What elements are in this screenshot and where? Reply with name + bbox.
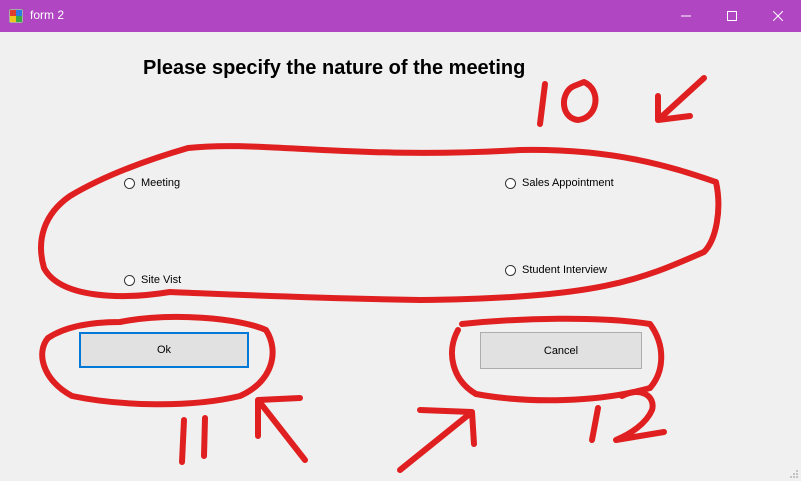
annotation-number-12 xyxy=(589,405,601,443)
close-button[interactable] xyxy=(755,0,801,32)
ok-button[interactable]: Ok xyxy=(79,332,249,368)
radio-button[interactable] xyxy=(505,177,516,189)
radio-button[interactable] xyxy=(124,177,135,189)
annotation-number-10-zero xyxy=(561,79,599,123)
radio-label-student-interview: Student Interview xyxy=(522,264,607,276)
radio-label-meeting: Meeting xyxy=(141,177,181,189)
maximize-button[interactable] xyxy=(709,0,755,32)
annotation-arrow-10 xyxy=(655,75,707,123)
minimize-icon xyxy=(681,15,691,17)
window-title: form 2 xyxy=(30,8,65,22)
annotation-number-12-two xyxy=(613,389,667,443)
radio-button[interactable] xyxy=(124,274,135,286)
annotation-arrow-11 xyxy=(255,395,308,463)
annotation-number-10 xyxy=(537,81,548,127)
radio-button[interactable] xyxy=(505,264,516,276)
radio-sales-appointment[interactable]: Sales Appointment xyxy=(505,177,614,189)
resize-grip-icon[interactable] xyxy=(789,469,799,479)
radio-meeting[interactable]: Meeting xyxy=(124,177,180,189)
radio-site-vist[interactable]: Site Vist xyxy=(124,274,181,286)
radio-label-sales-appointment: Sales Appointment xyxy=(522,177,614,189)
form-heading: Please specify the nature of the meeting xyxy=(143,57,526,79)
title-bar: form 2 xyxy=(0,0,801,32)
annotation-number-11 xyxy=(179,415,208,465)
radio-label-site-vist: Site Vist xyxy=(141,274,182,286)
cancel-button[interactable]: Cancel xyxy=(480,332,642,369)
minimize-button[interactable] xyxy=(663,0,709,32)
maximize-icon xyxy=(727,11,737,21)
annotation-arrow-cancel xyxy=(397,407,477,473)
app-icon xyxy=(9,9,23,23)
radio-student-interview[interactable]: Student Interview xyxy=(505,264,607,276)
close-icon xyxy=(773,11,783,21)
